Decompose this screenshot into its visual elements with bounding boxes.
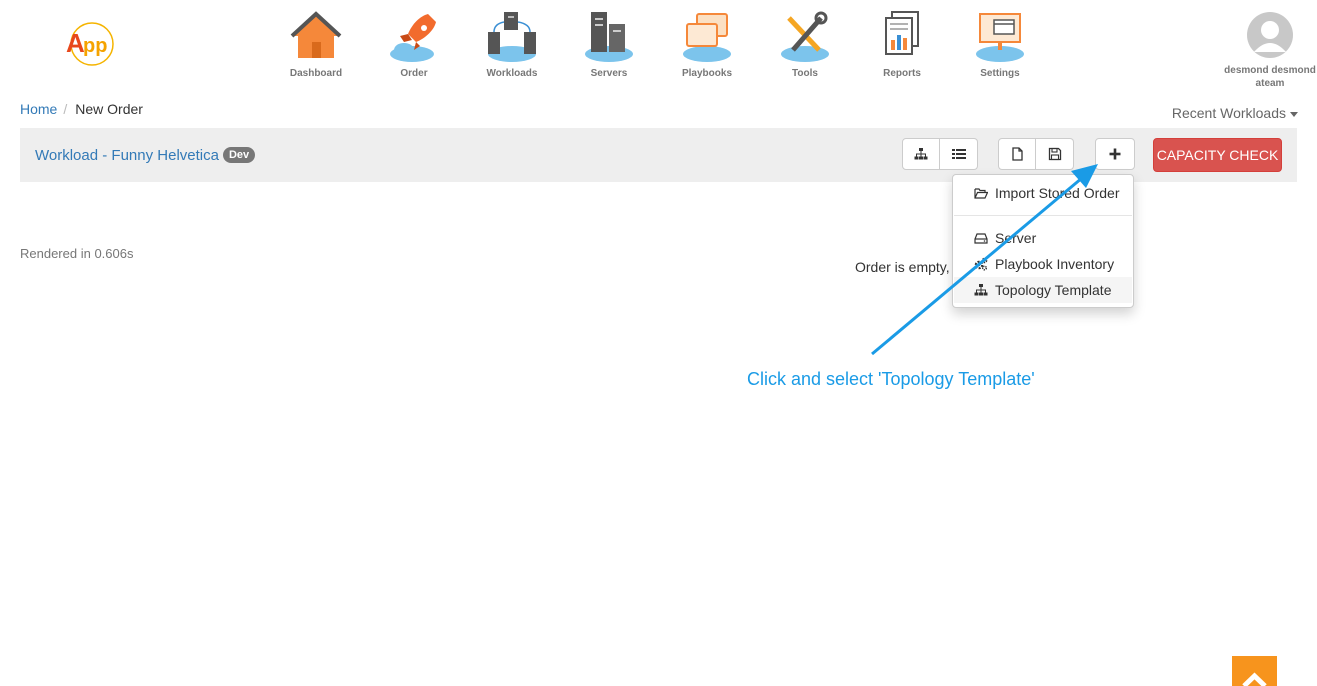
breadcrumb: Home / New Order [20,101,143,117]
breadcrumb-home[interactable]: Home [20,101,57,117]
nav-label: Servers [590,68,628,79]
cogs-icon [974,257,988,271]
sitemap-icon [914,148,928,160]
menu-item-label: Playbook Inventory [995,256,1115,272]
render-time: Rendered in 0.606s [20,246,134,261]
new-file-button[interactable] [998,138,1036,170]
add-dropdown-menu: Import Stored Order Server Playbook Inve… [952,174,1134,308]
nav-order[interactable]: Order [374,10,454,79]
hdd-icon [974,233,988,244]
menu-item-label: Server [995,230,1037,246]
environment-badge: Dev [222,147,256,164]
playbooks-icon [683,13,731,62]
add-button[interactable] [1095,138,1135,170]
nav-dashboard[interactable]: Dashboard [276,10,356,79]
settings-icon [976,13,1024,62]
svg-text:pp: pp [83,35,107,57]
workload-title[interactable]: Workload - Funny Helvetica Dev [35,147,256,164]
menu-item-playbook-inventory[interactable]: Playbook Inventory [954,251,1132,277]
list-view-button[interactable] [940,138,978,170]
house-icon [290,11,342,58]
save-button[interactable] [1036,138,1074,170]
folder-open-icon [974,188,988,199]
nav-label: Tools [792,68,818,79]
plus-icon [1109,148,1121,160]
nav-settings[interactable]: Settings [960,10,1040,79]
menu-item-import-stored-order[interactable]: Import Stored Order [954,180,1132,206]
nav-servers[interactable]: Servers [569,10,649,79]
servers-icon [585,12,633,62]
nav-label: Reports [883,68,921,79]
menu-item-label: Import Stored Order [995,185,1120,201]
nav-reports[interactable]: Reports [862,10,942,79]
capacity-check-button[interactable]: CAPACITY CHECK [1153,138,1282,172]
app-logo[interactable]: A pp [64,20,116,68]
nav-workloads[interactable]: Workloads [472,10,552,79]
list-icon [951,149,966,159]
menu-item-label: Topology Template [995,282,1112,298]
reports-icon [885,11,919,55]
sitemap-icon [974,284,988,296]
recent-workloads-label: Recent Workloads [1171,105,1286,121]
save-icon [1048,147,1061,161]
annotation-text: Click and select 'Topology Template' [747,369,1035,389]
tools-icon [781,11,829,62]
breadcrumb-separator: / [63,101,68,117]
chevron-up-icon [1242,672,1267,686]
nav-label: Dashboard [289,68,343,79]
user-name: desmond desmond [1224,65,1316,76]
menu-item-topology-template[interactable]: Topology Template [954,277,1132,303]
order-empty-message: Order is empty, a [855,259,962,275]
nav-label: Workloads [486,68,538,79]
annotation-arrow-icon [871,164,1098,356]
user-menu[interactable]: desmond desmond ateam [1216,12,1317,90]
nav-label: Order [400,68,428,79]
nav-label: Settings [980,68,1020,79]
user-team: ateam [1255,78,1285,89]
workloads-icon [488,12,536,62]
back-to-top-button[interactable] [1232,656,1277,686]
app-logo-icon: A pp [66,22,114,66]
nav-label: Playbooks [681,68,733,79]
topology-view-button[interactable] [902,138,940,170]
breadcrumb-current: New Order [75,101,143,117]
workload-title-text: Workload - Funny Helvetica [35,147,219,164]
file-icon [1012,147,1023,161]
avatar-icon [1247,12,1293,58]
recent-workloads-dropdown[interactable]: Recent Workloads [1172,105,1298,121]
rocket-icon [390,14,436,62]
menu-divider [954,215,1132,216]
menu-item-server[interactable]: Server [954,225,1132,251]
nav-tools[interactable]: Tools [765,10,845,79]
nav-playbooks[interactable]: Playbooks [667,10,747,79]
caret-down-icon [1290,111,1298,117]
